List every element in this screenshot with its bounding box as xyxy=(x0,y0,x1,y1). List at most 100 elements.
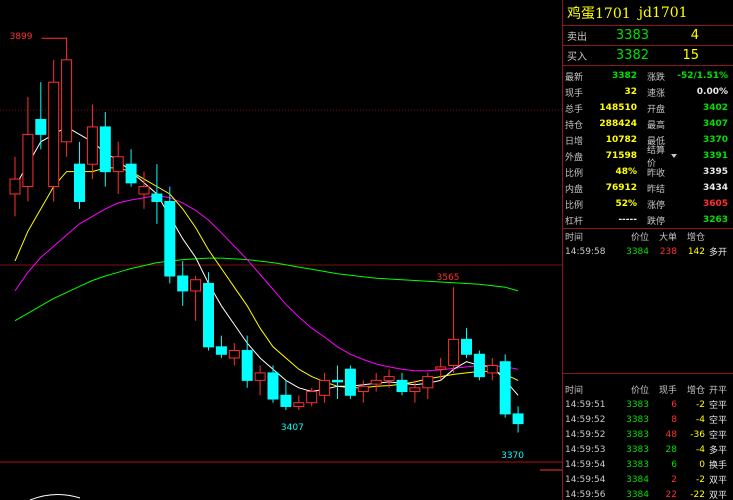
candle xyxy=(74,141,85,209)
trade-position: -2 xyxy=(696,399,705,410)
stat-label: 最新 xyxy=(565,72,584,83)
candle xyxy=(370,372,382,392)
candle xyxy=(151,164,163,224)
header-price: 价位 xyxy=(630,233,649,243)
trade-open: 双平 xyxy=(709,476,728,486)
trade-row[interactable]: 14:59:52 3383 48 -36 空平 xyxy=(563,427,733,442)
stat-value: 3395 xyxy=(702,167,728,177)
candle xyxy=(267,365,279,403)
candle xyxy=(215,335,227,358)
trade-volume: 8 xyxy=(671,414,677,425)
trade-row[interactable]: 14:59:56 3384 22 -22 双平 xyxy=(563,487,733,500)
big-trade-row[interactable]: 14:59:58 3384 238 142 多开 xyxy=(563,244,733,259)
candle xyxy=(448,287,460,373)
stat-value: 10782 xyxy=(605,135,637,145)
stat-label: 开盘 xyxy=(647,104,666,115)
trade-row[interactable]: 14:59:53 3383 28 -4 多平 xyxy=(563,442,733,457)
stat-label: 杠杆 xyxy=(565,216,584,227)
header-big: 大单 xyxy=(658,233,677,243)
trade-open: 多平 xyxy=(709,446,728,456)
contract-code: jd1701 xyxy=(638,4,688,21)
trade-price: 3384 xyxy=(626,474,649,485)
candle-body xyxy=(293,402,305,407)
stat-label: 昨结 xyxy=(647,184,666,195)
stat-value: 3382 xyxy=(611,71,637,81)
candle-body xyxy=(254,372,266,381)
trade-time: 14:59:54 xyxy=(565,459,606,470)
candle-body xyxy=(473,353,485,378)
high-price-label: 3899 xyxy=(9,32,33,43)
ask-volume: 4 xyxy=(690,28,699,43)
candle-body xyxy=(461,338,472,355)
stat-row: 比例 52% 涨停 3605 xyxy=(563,196,733,212)
header-position: 增仓 xyxy=(686,233,705,243)
ma1-line xyxy=(14,126,519,396)
trade-volume: 2 xyxy=(671,474,677,485)
bid-row[interactable]: 买入 3382 15 xyxy=(563,46,733,66)
peak-price-label: 3565 xyxy=(436,273,460,284)
big-trades-list[interactable]: 时间 价位 大单 增仓 14:59:58 3384 238 142 多开 xyxy=(563,229,733,374)
candle-body xyxy=(241,350,253,381)
candle-body xyxy=(499,361,511,415)
candle xyxy=(177,261,189,306)
candle xyxy=(99,112,111,187)
stat-value: 288424 xyxy=(599,119,637,129)
stat-label: 速涨 xyxy=(647,88,666,99)
kline-chart[interactable]: 3899 3565 3407 3370 xyxy=(0,0,562,500)
contract-name: 鸡蛋1701 xyxy=(567,5,631,22)
ma4-line xyxy=(14,257,519,322)
stat-label: 昨收 xyxy=(647,168,666,179)
stats-table: 最新 3382 涨跌 -52/1.51% 现手 32 速涨 0.00% 总手 148510 开盘… xyxy=(563,66,733,229)
header-time: 时间 xyxy=(565,233,584,243)
trade-price: 3384 xyxy=(626,489,649,500)
trade-row[interactable]: 14:59:54 3383 6 0 换手 xyxy=(563,457,733,472)
trades-list[interactable]: 时间 价位 现手 增仓 开平 14:59:51 3383 6 -2 空平 14:59:5… xyxy=(563,374,733,500)
candle xyxy=(422,372,434,399)
candle-body xyxy=(448,338,460,366)
trade-time: 14:59:54 xyxy=(565,474,606,485)
trade-price: 3383 xyxy=(626,459,649,470)
stat-row: 杠杆 ----- 跌停 3263 xyxy=(563,212,733,228)
trade-row[interactable]: 14:59:51 3383 6 -2 空平 xyxy=(563,397,733,412)
candle-body xyxy=(435,366,447,370)
trade-time: 14:59:52 xyxy=(565,429,606,440)
candle xyxy=(48,59,60,202)
candle xyxy=(461,328,472,358)
trade-position: 142 xyxy=(687,246,705,257)
candle-body xyxy=(512,413,524,425)
trade-row[interactable]: 14:59:54 3384 2 -2 双平 xyxy=(563,472,733,487)
candle-body xyxy=(61,59,73,143)
trade-volume: 28 xyxy=(665,444,677,455)
candle xyxy=(254,365,266,396)
stat-value: -52/1.51% xyxy=(677,71,728,81)
candle xyxy=(499,354,511,418)
trade-position: -2 xyxy=(696,474,705,485)
candle xyxy=(164,186,176,284)
trade-price: 3383 xyxy=(626,444,649,455)
stat-label: 持仓 xyxy=(565,120,584,131)
trade-volume: 48 xyxy=(665,429,677,440)
stat-value: 48% xyxy=(615,167,637,177)
candle-body xyxy=(9,178,21,195)
candle xyxy=(203,272,214,351)
stat-value: 3402 xyxy=(702,103,728,113)
stat-row: 内盘 76912 昨结 3434 xyxy=(563,180,733,196)
stat-row: 比例 48% 昨收 3395 xyxy=(563,164,733,180)
trade-row[interactable]: 14:59:52 3383 8 -4 空平 xyxy=(563,412,733,427)
stat-row: 总手 148510 开盘 3402 xyxy=(563,100,733,116)
candle-body xyxy=(48,81,60,188)
ask-row[interactable]: 卖出 3383 4 xyxy=(563,26,733,46)
trade-price: 3383 xyxy=(626,429,649,440)
candle-body xyxy=(306,391,318,404)
candle-body xyxy=(190,279,202,292)
trade-position: -22 xyxy=(690,489,705,500)
stat-label: 内盘 xyxy=(565,184,584,195)
bid-price: 3382 xyxy=(615,48,649,63)
trade-time: 14:59:56 xyxy=(565,489,606,500)
candle xyxy=(319,372,331,403)
candle xyxy=(125,149,137,187)
candle xyxy=(293,395,305,411)
stat-label: 日增 xyxy=(565,136,584,147)
stat-row: 持仓 288424 最高 3407 xyxy=(563,116,733,132)
trade-time: 14:59:58 xyxy=(565,246,606,257)
